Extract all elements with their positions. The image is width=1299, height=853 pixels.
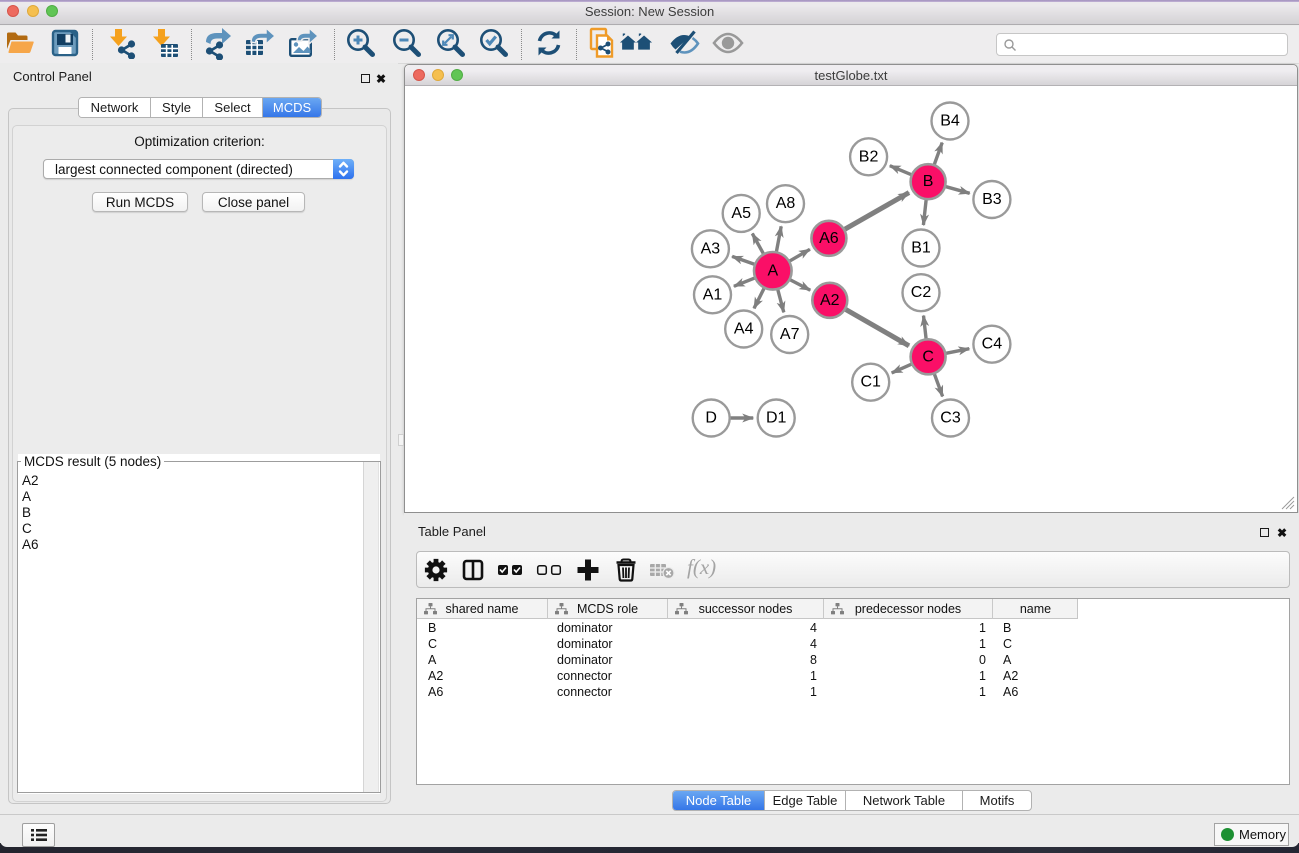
svg-text:A2: A2 — [820, 292, 840, 309]
svg-text:A8: A8 — [776, 195, 796, 212]
svg-text:B4: B4 — [940, 113, 960, 130]
svg-text:C1: C1 — [860, 374, 881, 391]
svg-text:B: B — [923, 173, 934, 190]
svg-text:A4: A4 — [734, 321, 754, 338]
svg-text:A7: A7 — [780, 326, 800, 343]
svg-text:C: C — [922, 348, 934, 365]
svg-text:A: A — [767, 262, 778, 279]
svg-text:D1: D1 — [766, 410, 787, 427]
svg-text:C2: C2 — [911, 284, 932, 301]
svg-text:C3: C3 — [940, 410, 961, 427]
svg-text:A3: A3 — [701, 240, 721, 257]
svg-text:A1: A1 — [703, 286, 723, 303]
svg-text:A6: A6 — [819, 230, 839, 247]
svg-text:B2: B2 — [859, 148, 879, 165]
svg-text:D: D — [705, 410, 717, 427]
svg-text:C4: C4 — [982, 336, 1003, 353]
svg-text:B3: B3 — [982, 191, 1002, 208]
svg-text:B1: B1 — [911, 240, 931, 257]
svg-text:A5: A5 — [731, 205, 751, 222]
